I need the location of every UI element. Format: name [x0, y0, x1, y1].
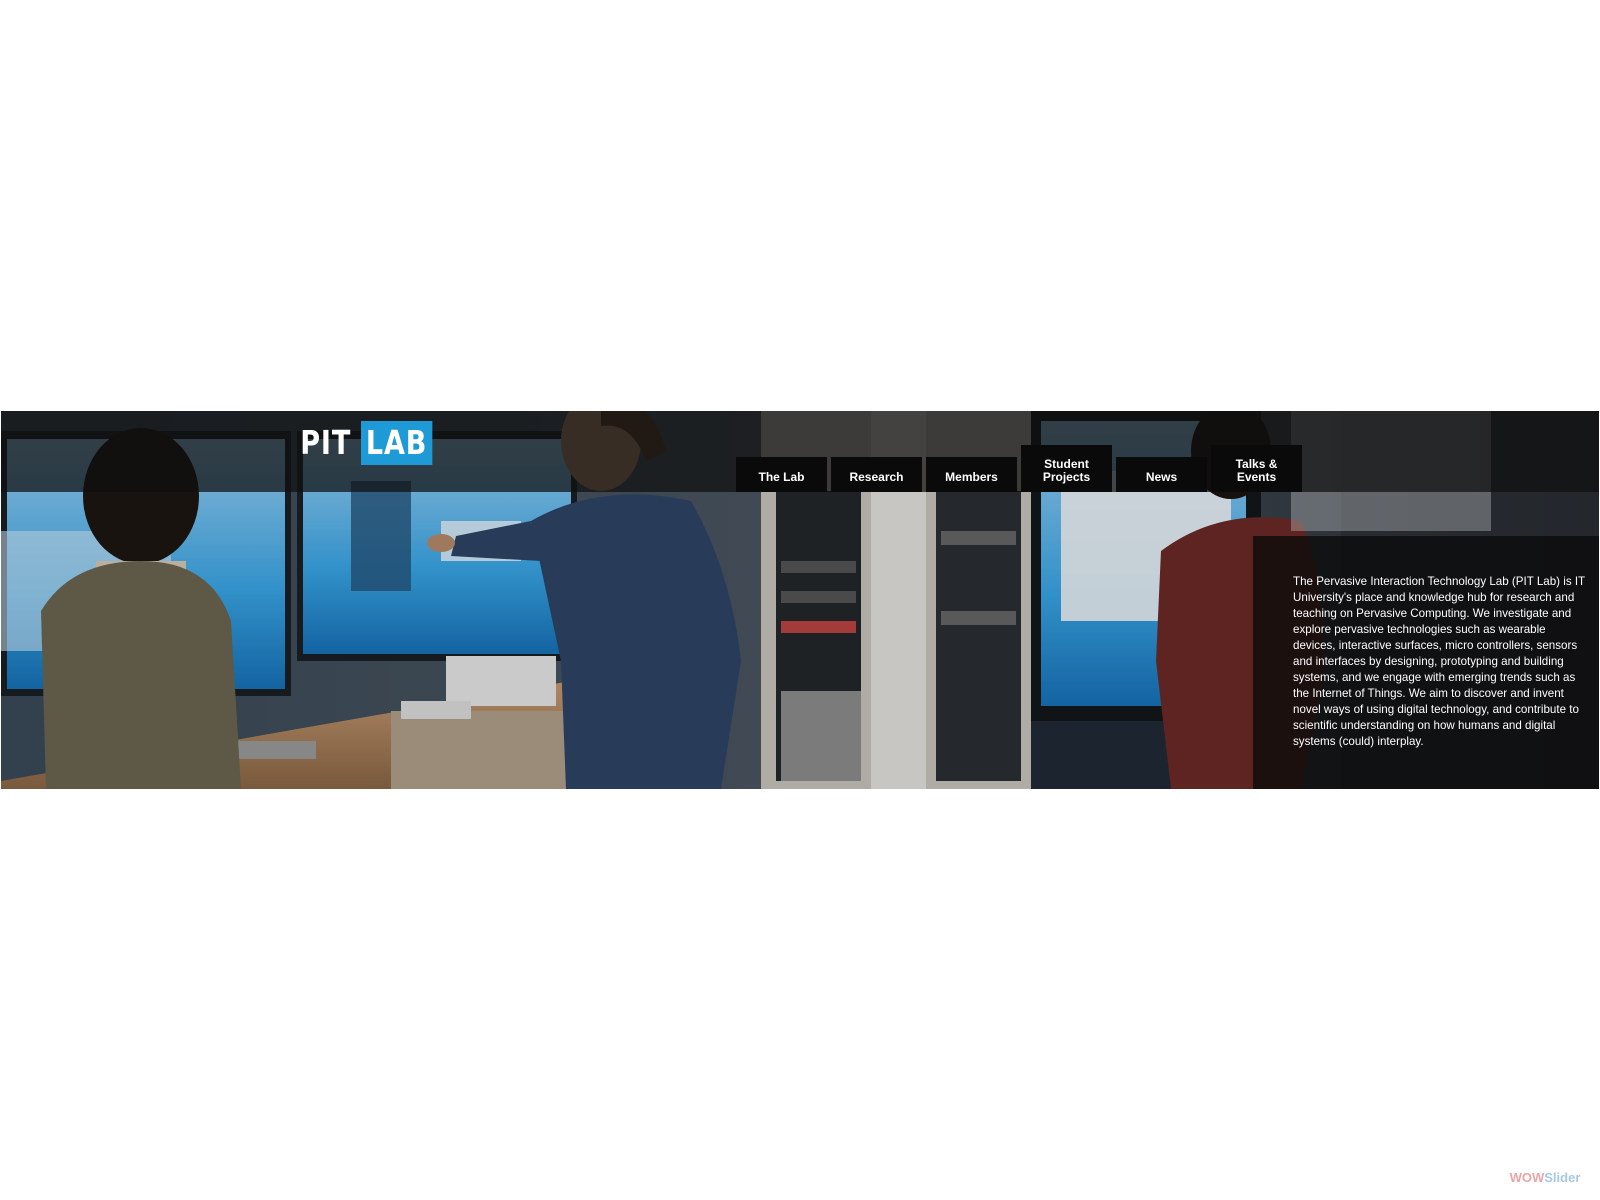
- page: PIT LAB The Lab Research Members Student…: [0, 0, 1600, 1200]
- lab-description-text: The Pervasive Interaction Technology Lab…: [1293, 575, 1585, 748]
- logo-lab-text: LAB: [360, 421, 433, 465]
- nav-student-projects[interactable]: Student Projects: [1021, 445, 1112, 492]
- logo-pit-text: PIT: [300, 423, 352, 462]
- watermark-part2: Slider: [1544, 1169, 1581, 1185]
- nav-talks-events-label: Talks & Events: [1235, 457, 1278, 484]
- nav-members-label: Members: [945, 470, 998, 484]
- main-nav: The Lab Research Members Student Project…: [736, 445, 1302, 492]
- nav-research[interactable]: Research: [831, 457, 922, 492]
- nav-the-lab-label: The Lab: [758, 470, 805, 484]
- nav-student-projects-label: Student Projects: [1042, 457, 1091, 484]
- nav-talks-events[interactable]: Talks & Events: [1211, 445, 1302, 492]
- nav-news-label: News: [1145, 470, 1178, 484]
- nav-news[interactable]: News: [1116, 457, 1207, 492]
- hero-banner: PIT LAB The Lab Research Members Student…: [1, 411, 1599, 789]
- nav-the-lab[interactable]: The Lab: [736, 457, 827, 492]
- lab-description-panel: The Pervasive Interaction Technology Lab…: [1253, 536, 1599, 789]
- nav-members[interactable]: Members: [926, 457, 1017, 492]
- wowslider-watermark[interactable]: WOW Slider: [1508, 1167, 1582, 1187]
- watermark-part1: WOW: [1509, 1169, 1545, 1185]
- header-bar: PIT LAB The Lab Research Members Student…: [1, 411, 1599, 492]
- nav-research-label: Research: [849, 470, 904, 484]
- pit-lab-logo[interactable]: PIT LAB: [297, 421, 448, 465]
